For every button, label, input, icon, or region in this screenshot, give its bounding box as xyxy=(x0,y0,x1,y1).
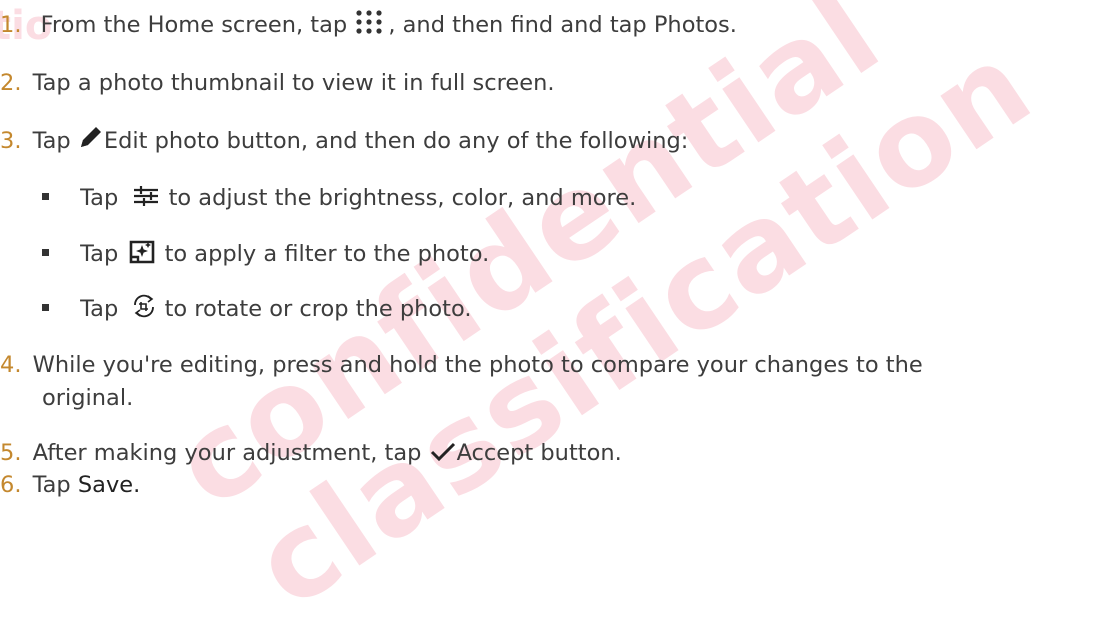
step-number: 1. xyxy=(0,12,22,38)
bullet xyxy=(42,193,49,200)
step-4: 4. While you're editing, press and hold … xyxy=(0,348,923,383)
substep-text: Tap xyxy=(80,241,119,267)
bullet xyxy=(42,304,49,311)
substep-text-cont: to rotate or crop the photo. xyxy=(164,296,472,322)
bullet xyxy=(42,249,49,256)
step-number: 3. xyxy=(0,128,22,154)
step-text: Tap xyxy=(32,472,71,498)
substep-text: Tap xyxy=(80,185,119,211)
step-text: While you're editing, press and hold the… xyxy=(32,352,923,378)
step-text: Tap a photo thumbnail to view it in full… xyxy=(32,70,555,96)
step-1: 1. From the Home screen, tap , and then … xyxy=(0,8,737,43)
step-text: From the Home screen, tap xyxy=(40,12,348,38)
checkmark-icon xyxy=(429,439,457,461)
substep-text: Tap xyxy=(80,296,119,322)
rotate-crop-icon xyxy=(131,293,157,319)
step-text-cont: Accept button. xyxy=(456,440,622,466)
step-number: 6. xyxy=(0,472,22,498)
substep-text-cont: to adjust the brightness, color, and mor… xyxy=(168,185,637,211)
step-6: 6. Tap Save. xyxy=(0,468,140,503)
substep-1: Tap to adjust the brightness, color, and… xyxy=(42,181,636,216)
step-text-line2: original. xyxy=(42,385,134,411)
step-3: 3. Tap Edit photo button, and then do an… xyxy=(0,124,688,159)
pencil-icon xyxy=(78,124,104,152)
step-text-cont: , and then find and tap Photos. xyxy=(388,12,737,38)
substep-2: Tap to apply a filter to the photo. xyxy=(42,237,489,272)
step-text: Tap xyxy=(32,128,71,154)
step-2: 2. Tap a photo thumbnail to view it in f… xyxy=(0,66,554,101)
apps-grid-icon xyxy=(354,8,388,36)
substep-text-cont: to apply a filter to the photo. xyxy=(164,241,490,267)
step-text-cont: Edit photo button, and then do any of th… xyxy=(103,128,689,154)
sliders-icon xyxy=(131,184,161,208)
save-label: Save. xyxy=(77,472,141,498)
step-number: 5. xyxy=(0,440,22,466)
filter-sparkle-icon xyxy=(127,236,157,266)
step-number: 4. xyxy=(0,352,22,378)
step-number: 2. xyxy=(0,70,22,96)
substep-3: Tap to rotate or crop the photo. xyxy=(42,292,471,327)
step-text: After making your adjustment, tap xyxy=(32,440,422,466)
step-5: 5. After making your adjustment, tap Acc… xyxy=(0,436,622,471)
